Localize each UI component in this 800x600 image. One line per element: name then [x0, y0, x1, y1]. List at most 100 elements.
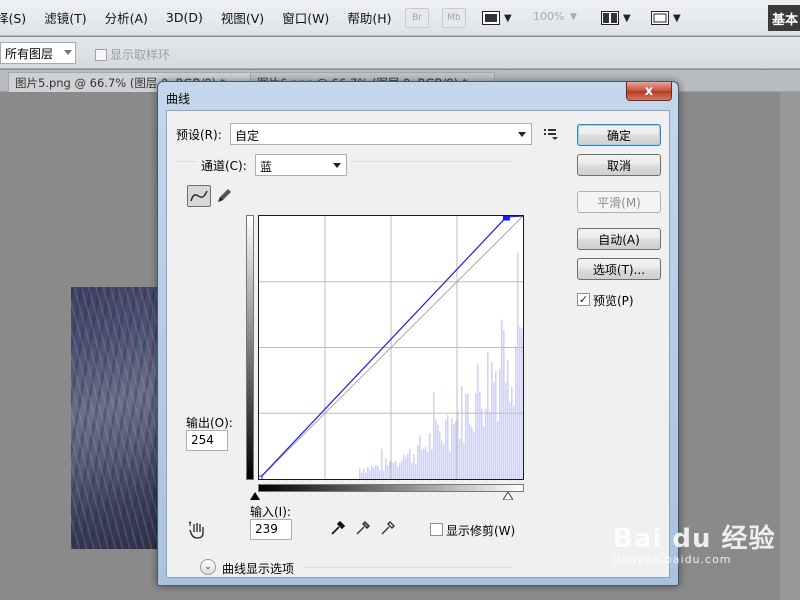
show-sampling-ring-label: 显示取样环 — [110, 48, 171, 62]
workspace-button[interactable]: 基本 — [768, 5, 800, 31]
pencil-draw-button[interactable] — [215, 185, 233, 207]
bridge-button[interactable]: Br — [405, 8, 429, 28]
output-field[interactable]: 254 — [186, 430, 228, 451]
preset-dropdown[interactable]: 自定 — [230, 123, 532, 145]
histogram-bar — [459, 438, 461, 479]
histogram-bar — [433, 392, 435, 479]
mini-bridge-button[interactable]: Mb — [442, 8, 466, 28]
zoom-level[interactable]: 100% — [533, 10, 564, 23]
histogram-bar — [425, 446, 427, 479]
histogram-bar — [467, 394, 469, 479]
histogram-bar — [475, 393, 477, 479]
histogram-bar — [473, 432, 475, 479]
menu-filter[interactable]: 滤镜(T) — [44, 8, 96, 27]
channel-label: 通道(C): — [201, 159, 247, 173]
channel-value: 蓝 — [260, 160, 273, 174]
auto-label: 自动(A) — [598, 232, 640, 247]
smooth-button[interactable]: 平滑(M) — [577, 191, 661, 213]
chevron-down-icon: ▼ — [623, 12, 631, 24]
show-clipping-checkbox[interactable] — [430, 523, 443, 536]
histogram-bar — [407, 453, 409, 479]
white-point-slider-icon[interactable] — [503, 492, 513, 500]
curve-control-point[interactable] — [502, 213, 510, 221]
cancel-label: 取消 — [606, 158, 631, 173]
zoom-chevron-icon: ▼ — [570, 12, 577, 22]
chevron-down-icon — [64, 50, 72, 55]
cancel-button[interactable]: 取消 — [577, 154, 661, 176]
arrange-documents-button[interactable]: ▼ — [601, 8, 631, 28]
pencil-icon — [218, 189, 231, 202]
input-label: 输入(I): — [250, 505, 291, 519]
histogram-bar — [429, 433, 431, 479]
show-sampling-ring-option[interactable]: 显示取样环 — [95, 46, 170, 63]
histogram-bar — [499, 368, 501, 479]
histogram-bar — [507, 360, 509, 479]
curve-edit-points-button[interactable] — [187, 185, 211, 207]
output-gradient-bar — [246, 215, 254, 480]
histogram-bar — [501, 319, 503, 479]
ok-button[interactable]: 确定 — [577, 124, 661, 146]
histogram-bar — [449, 451, 451, 479]
histogram-bar — [491, 361, 493, 479]
histogram-bar — [403, 454, 405, 479]
histogram-bar — [377, 465, 379, 479]
white-point-eyedropper-button[interactable] — [379, 519, 397, 537]
histogram-bar — [389, 460, 391, 479]
histogram-bar — [375, 465, 377, 479]
menu-window[interactable]: 窗口(W) — [282, 8, 339, 27]
histogram-bar — [505, 382, 507, 479]
histogram-bar — [455, 421, 457, 479]
menu-3d[interactable]: 3D(D) — [166, 10, 213, 25]
histogram-bar — [445, 419, 447, 479]
menu-help[interactable]: 帮助(H) — [347, 8, 401, 27]
histogram-bar — [465, 393, 467, 479]
curve-options-expand-button[interactable]: ⌄ — [200, 559, 216, 575]
black-point-slider-icon[interactable] — [250, 492, 260, 500]
view-extras-button[interactable]: ▼ — [482, 8, 512, 28]
black-point-eyedropper-button[interactable] — [329, 519, 347, 537]
histogram-bar — [423, 448, 425, 479]
document-image[interactable] — [71, 287, 161, 549]
sample-layers-select[interactable]: 所有图层 — [0, 42, 76, 64]
histogram-bar — [427, 451, 429, 479]
menu-items: 择(S) 滤镜(T) 分析(A) 3D(D) 视图(V) 窗口(W) 帮助(H) — [0, 8, 409, 27]
mini-bridge-label: Mb — [447, 13, 461, 23]
histogram-bar — [487, 351, 489, 479]
show-sampling-ring-checkbox[interactable] — [95, 48, 107, 61]
preset-options-icon[interactable] — [544, 128, 558, 140]
histogram-bar — [471, 426, 473, 479]
options-label: 选项(T)... — [592, 262, 646, 277]
dialog-title: 曲线 — [166, 92, 191, 106]
targeted-adjustment-button[interactable] — [188, 520, 208, 540]
input-field[interactable]: 239 — [250, 519, 292, 540]
hand-adjust-icon — [189, 521, 204, 539]
histogram-bar — [515, 346, 517, 479]
screen-mode-button[interactable]: ▼ — [651, 8, 681, 28]
histogram-bar — [469, 423, 471, 479]
histogram-bar — [517, 252, 519, 479]
menu-analysis[interactable]: 分析(A) — [105, 8, 158, 27]
histogram-bar — [365, 472, 367, 479]
close-button[interactable]: x — [626, 82, 672, 101]
curve-control-point[interactable] — [255, 475, 263, 483]
histogram-bar — [371, 465, 373, 479]
menu-select[interactable]: 择(S) — [0, 8, 36, 27]
bridge-label: Br — [412, 13, 422, 23]
menu-view[interactable]: 视图(V) — [221, 8, 274, 27]
checkmark-icon: ✓ — [578, 293, 589, 306]
channel-dropdown[interactable]: 蓝 — [255, 154, 347, 176]
histogram-bar — [509, 402, 511, 479]
preview-checkbox[interactable]: ✓ — [577, 293, 590, 306]
histogram-bar — [417, 445, 419, 479]
histogram-bar — [361, 472, 363, 479]
watermark-main: Bai du 经验 — [613, 524, 776, 554]
histogram-bar — [385, 458, 387, 479]
auto-button[interactable]: 自动(A) — [577, 228, 661, 250]
curve-graph-canvas[interactable] — [255, 213, 524, 483]
gray-point-eyedropper-button[interactable] — [354, 519, 372, 537]
curve-graph[interactable] — [255, 213, 524, 483]
group-border — [177, 161, 197, 162]
histogram-bar — [441, 440, 443, 479]
options-button[interactable]: 选项(T)... — [577, 258, 661, 280]
input-value: 239 — [255, 522, 278, 536]
